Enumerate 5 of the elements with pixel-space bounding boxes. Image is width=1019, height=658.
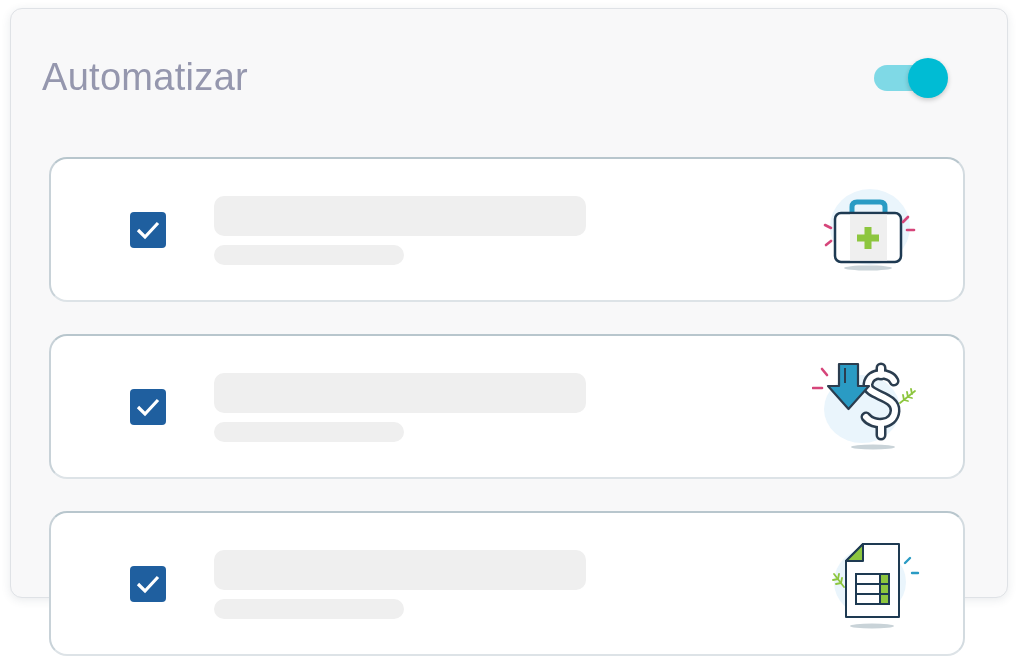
panel-title: Automatizar — [42, 56, 249, 99]
toggle-switch[interactable] — [874, 57, 948, 98]
checkbox[interactable] — [130, 211, 166, 248]
checkbox[interactable] — [130, 388, 166, 425]
checkbox[interactable] — [130, 565, 166, 602]
